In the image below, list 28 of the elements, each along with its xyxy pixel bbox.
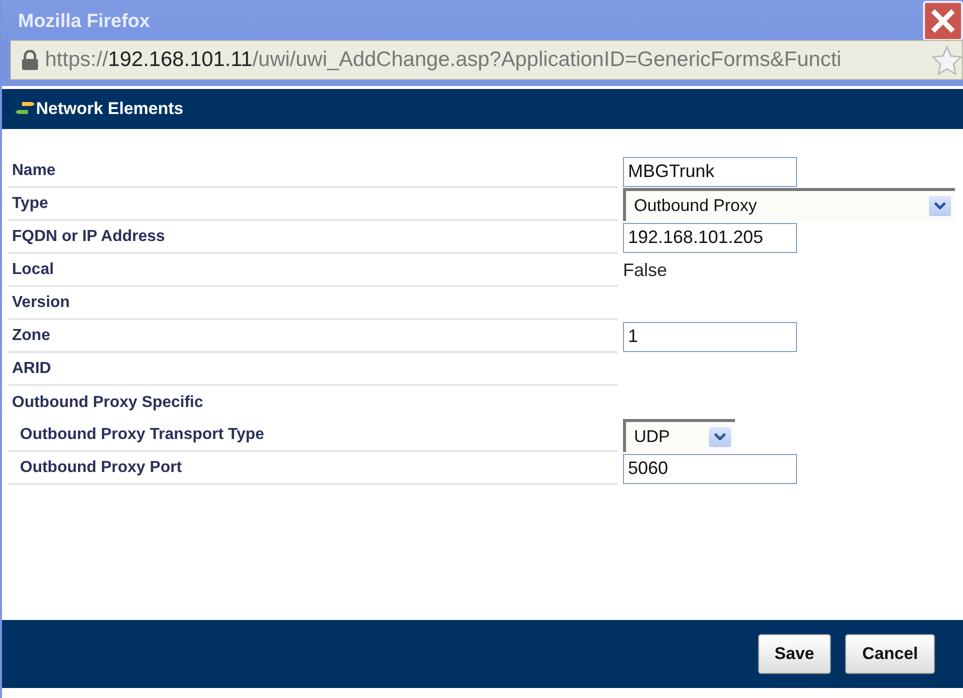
field-label: Outbound Proxy Transport Type (19, 426, 264, 444)
close-icon (930, 8, 956, 34)
chevron-down-icon (934, 202, 946, 210)
field-label: FQDN or IP Address (11, 228, 165, 246)
panel-title: Network Elements (36, 99, 184, 119)
text-field[interactable]: 5060 (623, 454, 797, 484)
text-field[interactable]: 1 (623, 322, 797, 352)
field-label: Zone (11, 326, 50, 344)
field-label: Type (11, 194, 48, 212)
window-title: Mozilla Firefox (18, 11, 150, 33)
field-label: Name (11, 162, 56, 180)
padlock-icon (21, 50, 39, 70)
field-label: Version (11, 294, 70, 312)
field-label: Local (11, 260, 54, 278)
star-icon[interactable] (932, 45, 962, 75)
text-field[interactable]: 192.168.101.205 (623, 222, 797, 252)
field-label: Outbound Proxy Port (19, 458, 182, 476)
close-button[interactable] (923, 1, 963, 41)
dialog-button[interactable]: Cancel (845, 634, 935, 674)
field-value: False (623, 260, 668, 281)
address-bar[interactable]: https://192.168.101.11/uwi/uwi_AddChange.asp?ApplicationID=GenericForms&Functi (10, 40, 963, 80)
dropdown[interactable]: Outbound Proxy (623, 188, 955, 221)
section-heading: Outbound Proxy Specific (11, 394, 204, 412)
chevron-down-icon (714, 433, 726, 441)
dialog-button[interactable]: Save (758, 634, 832, 674)
field-label: ARID (11, 360, 52, 378)
dropdown[interactable]: UDP (623, 419, 735, 452)
text-field[interactable]: MBGTrunk (623, 156, 797, 186)
